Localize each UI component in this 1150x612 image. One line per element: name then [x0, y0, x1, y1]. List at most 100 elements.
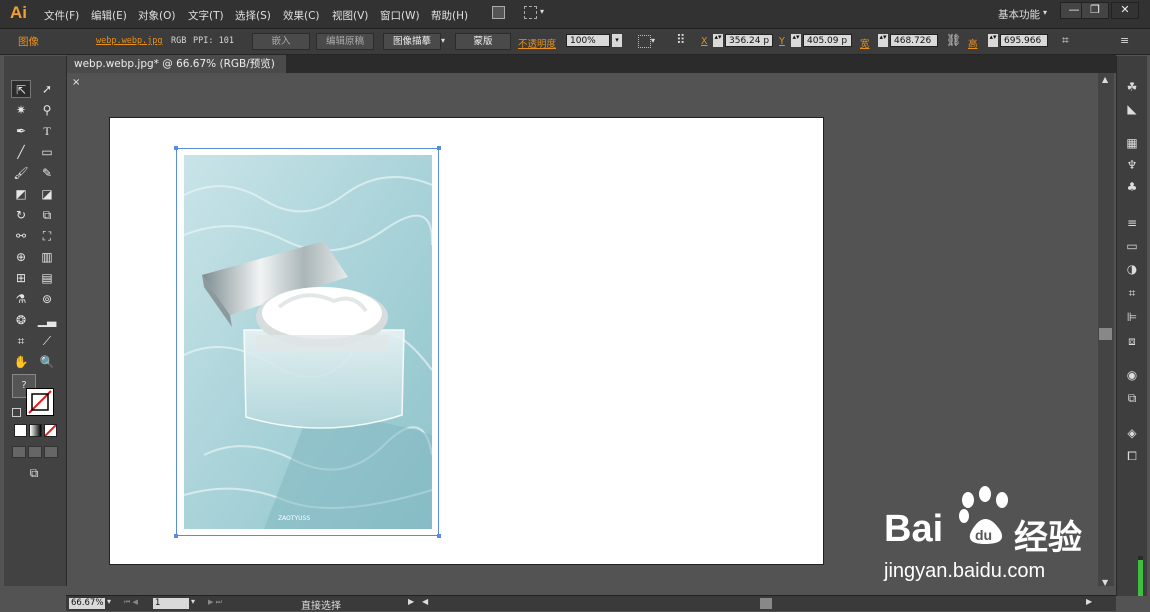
width-field[interactable]: 468.726 — [890, 34, 938, 47]
image-trace-dropdown-icon[interactable]: ▾ — [441, 36, 445, 45]
selection-bounding-box[interactable] — [174, 146, 441, 538]
opacity-dropdown-icon[interactable]: ▾ — [612, 34, 622, 47]
hand-tool-icon[interactable]: ✋ — [11, 353, 31, 371]
scroll-down-icon[interactable]: ▼ — [1102, 578, 1108, 587]
artboards-icon[interactable]: ⧠ — [1125, 449, 1139, 463]
status-menu-icon[interactable]: ▶ — [408, 597, 414, 606]
blob-brush-tool-icon[interactable]: ◩ — [11, 185, 31, 203]
chevron-down-icon[interactable]: ▾ — [540, 7, 544, 16]
align-panel-icon[interactable]: ⊫ — [1125, 310, 1139, 324]
align-dropdown-icon[interactable]: ▾ — [651, 36, 655, 45]
gradient-mode-icon[interactable] — [29, 424, 42, 437]
appearance-icon[interactable]: ◉ — [1125, 368, 1139, 382]
linked-file-link[interactable]: webp.webp.jpg — [96, 36, 163, 46]
reference-point-icon[interactable]: ⠿ — [676, 33, 686, 48]
rectangle-tool-icon[interactable]: ▭ — [37, 143, 57, 161]
x-stepper-icon[interactable]: ▴▾ — [713, 34, 723, 47]
y-field[interactable]: 405.09 p — [803, 34, 852, 47]
free-transform-tool-icon[interactable]: ⛶ — [37, 227, 57, 245]
shape-builder-tool-icon[interactable]: ⊕ — [11, 248, 31, 266]
document-tab[interactable]: webp.webp.jpg* @ 66.67% (RGB/预览) × — [66, 55, 286, 88]
pencil-tool-icon[interactable]: ✎ — [37, 164, 57, 182]
blend-tool-icon[interactable]: ⊚ — [37, 290, 57, 308]
magic-wand-tool-icon[interactable]: ✷ — [11, 101, 31, 119]
align-icon[interactable] — [638, 35, 651, 48]
mask-button[interactable]: 蒙版 — [455, 33, 511, 50]
artboard-tool-icon[interactable]: ⌗ — [11, 332, 31, 350]
default-colors-icon[interactable] — [12, 408, 21, 417]
slice-tool-icon[interactable]: ⟋ — [37, 332, 57, 350]
menu-window[interactable]: 窗口(W) — [380, 8, 420, 23]
pathfinder-icon[interactable]: ⧈ — [1125, 334, 1139, 348]
opacity-field[interactable]: 100% — [566, 34, 610, 47]
menu-help[interactable]: 帮助(H) — [431, 8, 468, 23]
scroll-left-icon[interactable]: ◀ — [422, 597, 428, 606]
vertical-scrollbar[interactable]: ▲ ▼ — [1098, 73, 1114, 587]
handle-bottom-left[interactable] — [174, 534, 178, 538]
artboard-dropdown-icon[interactable]: ▾ — [191, 597, 195, 606]
color-panel-icon[interactable]: ◣ — [1125, 102, 1139, 116]
screen-mode-icon[interactable]: ⧉ — [24, 464, 44, 482]
stroke-swatch[interactable] — [26, 388, 54, 416]
draw-normal-icon[interactable] — [12, 446, 26, 458]
layers-icon[interactable]: ◈ — [1125, 426, 1139, 440]
draw-inside-icon[interactable] — [44, 446, 58, 458]
panel-menu-icon[interactable]: ≡ — [1120, 34, 1129, 47]
paintbrush-tool-icon[interactable]: 🖌 — [11, 164, 31, 182]
menu-edit[interactable]: 编辑(E) — [91, 8, 127, 23]
transform-panel-icon[interactable]: ⌗ — [1125, 286, 1139, 300]
width-stepper-icon[interactable]: ▴▾ — [878, 34, 888, 47]
selection-tool-icon[interactable]: ⇱ — [11, 80, 31, 98]
color-mode-icon[interactable] — [14, 424, 27, 437]
scroll-up-icon[interactable]: ▲ — [1102, 75, 1108, 84]
zoom-field[interactable]: 66.67% — [69, 598, 105, 609]
scroll-thumb[interactable] — [1099, 328, 1112, 340]
height-field[interactable]: 695.966 — [1000, 34, 1048, 47]
stroke-panel-icon[interactable]: ≡ — [1125, 216, 1139, 230]
width-tool-icon[interactable]: ⚯ — [11, 227, 31, 245]
menu-view[interactable]: 视图(V) — [332, 8, 368, 23]
gradient-tool-icon[interactable]: ▤ — [37, 269, 57, 287]
column-graph-tool-icon[interactable]: ▁▃ — [37, 311, 57, 329]
transparency-icon[interactable]: ◑ — [1125, 262, 1139, 276]
brushes-icon[interactable]: ♆ — [1125, 158, 1139, 172]
swatches-icon[interactable]: ▦ — [1125, 136, 1139, 150]
symbols-icon[interactable]: ♣ — [1125, 180, 1139, 194]
transform-icon[interactable]: ⌗ — [1062, 33, 1069, 48]
mesh-tool-icon[interactable]: ⊞ — [11, 269, 31, 287]
close-button[interactable]: ✕ — [1111, 2, 1139, 19]
none-mode-icon[interactable] — [44, 424, 57, 437]
line-tool-icon[interactable]: ╱ — [11, 143, 31, 161]
scale-tool-icon[interactable]: ⧉ — [37, 206, 57, 224]
color-guide-icon[interactable]: ☘ — [1125, 80, 1139, 94]
artboard-number-field[interactable]: 1 — [153, 598, 189, 609]
last-artboard-icon[interactable]: ▶ ⏭ — [208, 598, 222, 607]
y-stepper-icon[interactable]: ▴▾ — [791, 34, 801, 47]
opacity-label[interactable]: 不透明度 — [518, 36, 556, 50]
eyedropper-tool-icon[interactable]: ⚗ — [11, 290, 31, 308]
image-trace-button[interactable]: 图像描摹 — [383, 33, 441, 50]
menu-effect[interactable]: 效果(C) — [283, 8, 320, 23]
zoom-tool-icon[interactable]: 🔍 — [37, 353, 57, 371]
restore-button[interactable]: ❐ — [1081, 2, 1109, 19]
eraser-tool-icon[interactable]: ◪ — [37, 185, 57, 203]
draw-behind-icon[interactable] — [28, 446, 42, 458]
gradient-panel-icon[interactable]: ▭ — [1125, 239, 1139, 253]
constrain-proportions-icon[interactable]: ⛓ — [946, 33, 961, 47]
tab-close-icon[interactable]: × — [66, 77, 80, 88]
first-artboard-icon[interactable]: ⏮ ◀ — [124, 598, 138, 607]
horizontal-scroll-thumb[interactable] — [760, 598, 772, 609]
perspective-grid-tool-icon[interactable]: ▥ — [37, 248, 57, 266]
rotate-tool-icon[interactable]: ↻ — [11, 206, 31, 224]
menu-object[interactable]: 对象(O) — [138, 8, 175, 23]
edit-original-button[interactable]: 编辑原稿 — [316, 33, 374, 50]
workspace-switcher[interactable]: 基本功能 — [998, 7, 1040, 22]
direct-selection-tool-icon[interactable]: ➚ — [37, 80, 57, 98]
graphic-styles-icon[interactable]: ⧉ — [1125, 391, 1139, 405]
handle-bottom-right[interactable] — [437, 534, 441, 538]
arrange-documents-icon[interactable] — [524, 6, 537, 19]
handle-top-right[interactable] — [437, 146, 441, 150]
embed-button[interactable]: 嵌入 — [252, 33, 310, 50]
type-tool-icon[interactable]: T — [37, 122, 57, 140]
menu-file[interactable]: 文件(F) — [44, 8, 79, 23]
